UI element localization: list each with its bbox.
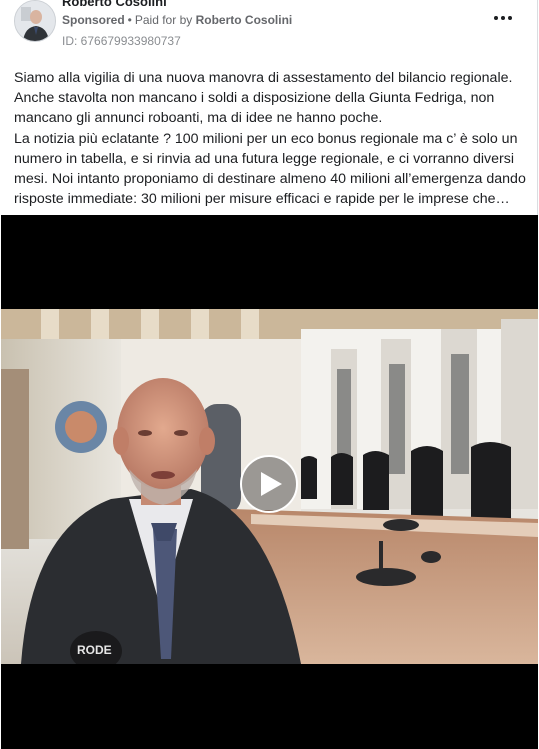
play-button[interactable] (240, 455, 298, 513)
sponsored-line: Sponsored • Paid for by Roberto Cosolini (62, 13, 292, 27)
ad-id: ID: 676679933980737 (62, 34, 181, 48)
post-paragraph: Siamo alla vigilia di una nuova manovra … (14, 70, 513, 86)
paid-for-name[interactable]: Roberto Cosolini (196, 13, 293, 27)
paid-for-prefix: Paid for by (134, 13, 193, 27)
avatar-portrait-image (15, 1, 55, 41)
meta-separator: • (127, 13, 132, 27)
video-player[interactable]: RODE (1, 215, 538, 749)
ad-post-card: Roberto Cosolini Sponsored • Paid for by R… (0, 0, 538, 749)
author-name[interactable]: Roberto Cosolini (62, 0, 167, 9)
post-header: Roberto Cosolini Sponsored • Paid for by R… (0, 0, 537, 56)
more-horizontal-icon-dot (501, 16, 505, 20)
sponsored-label: Sponsored (62, 13, 125, 27)
play-icon (261, 472, 282, 496)
author-avatar[interactable] (14, 0, 56, 42)
more-horizontal-icon-dot (508, 16, 512, 20)
post-body-text: Siamo alla vigilia di una nuova manovra … (14, 68, 526, 209)
post-paragraph: La notizia più eclatante ? 100 milioni p… (14, 130, 526, 208)
microphone-brand: RODE (77, 643, 112, 657)
more-options-button[interactable] (491, 8, 515, 28)
more-horizontal-icon (494, 16, 498, 20)
post-paragraph: Anche stavolta non mancano i soldi a dis… (14, 90, 495, 127)
